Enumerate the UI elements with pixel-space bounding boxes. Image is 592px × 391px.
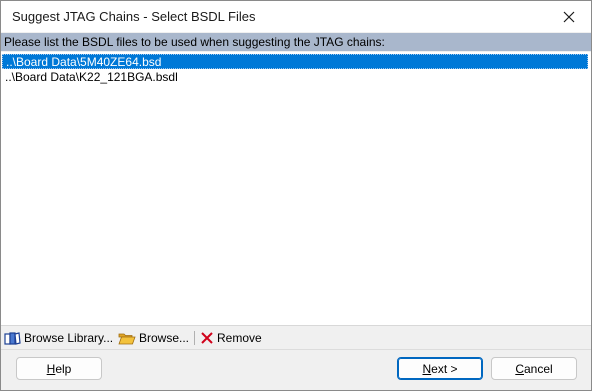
file-path: ..\Board Data\K22_121BGA.bsdl (5, 70, 178, 84)
cancel-button[interactable]: Cancel (491, 357, 577, 380)
instruction-text: Please list the BSDL files to be used wh… (4, 35, 385, 49)
next-button[interactable]: Next > (397, 357, 483, 380)
dialog-window: Suggest JTAG Chains - Select BSDL Files … (0, 0, 592, 391)
close-icon (563, 11, 575, 22)
cancel-accel: C (515, 361, 524, 376)
list-item[interactable]: ..\Board Data\5M40ZE64.bsd (2, 54, 588, 69)
file-path: ..\Board Data\5M40ZE64.bsd (6, 55, 162, 69)
remove-button[interactable]: Remove (200, 329, 262, 347)
next-accel: N (422, 361, 432, 376)
file-toolbar: Browse Library... Browse... Remove (1, 327, 591, 350)
browse-button[interactable]: Browse... (118, 329, 189, 347)
bsdl-file-list[interactable]: ..\Board Data\5M40ZE64.bsd ..\Board Data… (1, 52, 591, 326)
instruction-header: Please list the BSDL files to be used wh… (1, 33, 591, 51)
title-bar: Suggest JTAG Chains - Select BSDL Files (1, 1, 591, 32)
library-icon (4, 331, 21, 345)
browse-library-button[interactable]: Browse Library... (4, 329, 113, 347)
close-button[interactable] (547, 1, 591, 32)
window-title: Suggest JTAG Chains - Select BSDL Files (12, 9, 256, 24)
help-label: elp (55, 361, 72, 376)
folder-open-icon (118, 333, 136, 344)
next-label: ext > (431, 361, 458, 376)
help-accel: H (46, 361, 56, 376)
browse-library-label: Browse Library... (24, 331, 114, 345)
help-button[interactable]: Help (16, 357, 102, 380)
list-item[interactable]: ..\Board Data\K22_121BGA.bsdl (2, 70, 588, 85)
cancel-label: ancel (523, 361, 553, 376)
toolbar-separator (194, 331, 195, 345)
browse-label: Browse... (139, 331, 190, 345)
remove-x-icon (201, 332, 213, 344)
remove-label: Remove (217, 331, 262, 345)
